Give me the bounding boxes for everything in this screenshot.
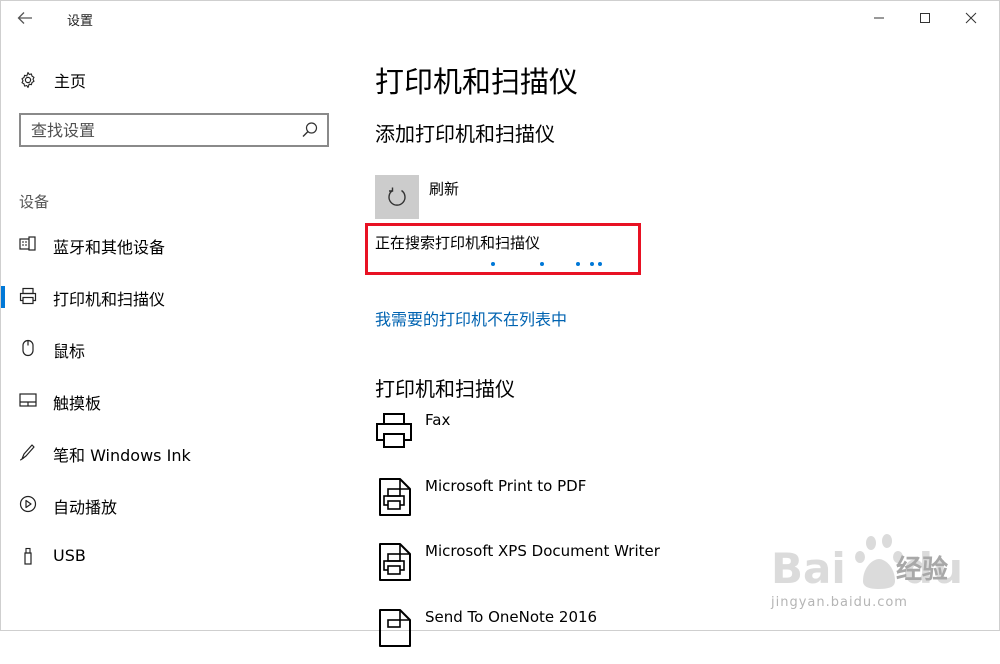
- active-indicator: [1, 286, 5, 308]
- svg-text:Bai: Bai: [771, 544, 846, 593]
- sidebar-item-bluetooth[interactable]: 蓝牙和其他设备: [1, 224, 341, 264]
- minimize-icon: [874, 17, 884, 19]
- page-title: 打印机和扫描仪: [375, 65, 579, 99]
- search-input[interactable]: [31, 120, 291, 140]
- progress-dot: [576, 262, 580, 266]
- search-box[interactable]: [19, 113, 329, 147]
- title-bar: 设置: [1, 1, 1000, 35]
- printer-name: Microsoft Print to PDF: [425, 477, 587, 495]
- pen-icon: [19, 444, 35, 461]
- progress-dot: [491, 262, 495, 266]
- sidebar-item-usb[interactable]: USB: [1, 536, 341, 576]
- sidebar-item-pen[interactable]: 笔和 Windows Ink: [1, 432, 341, 472]
- mouse-icon: [22, 339, 34, 357]
- maximize-icon: [920, 13, 930, 23]
- close-icon: [965, 12, 977, 24]
- sidebar-item-autoplay[interactable]: 自动播放: [1, 484, 341, 524]
- progress-dot: [598, 262, 602, 266]
- printer-item-fax[interactable]: Fax: [375, 411, 795, 467]
- printer-item-onenote[interactable]: Send To OneNote 2016: [375, 608, 795, 664]
- back-button[interactable]: [13, 7, 37, 29]
- settings-window: 设置 主页 设备 蓝牙和其他设备: [0, 0, 1000, 647]
- printer-item-pdf[interactable]: Microsoft Print to PDF: [375, 477, 795, 533]
- progress-dot: [540, 262, 544, 266]
- back-arrow-icon: [17, 12, 32, 24]
- sidebar-item-label: 触摸板: [53, 394, 102, 413]
- sidebar-item-label: USB: [53, 546, 86, 565]
- fax-icon: [376, 413, 412, 448]
- sidebar-item-label: 鼠标: [53, 342, 86, 361]
- sidebar-item-touchpad[interactable]: 触摸板: [1, 380, 341, 420]
- onenote-printer-icon: [379, 609, 411, 647]
- sidebar-item-mouse[interactable]: 鼠标: [1, 328, 341, 368]
- refresh-icon: [388, 187, 406, 206]
- refresh-button[interactable]: [375, 175, 419, 219]
- printer-icon: [19, 287, 37, 305]
- sidebar-section-label: 设备: [19, 193, 50, 211]
- home-label: 主页: [54, 72, 87, 91]
- progress-dot: [590, 262, 594, 266]
- xps-printer-icon: [379, 543, 411, 581]
- watermark-url: jingyan.baidu.com: [771, 595, 908, 610]
- window-title: 设置: [67, 14, 94, 29]
- home-nav-item[interactable]: 主页: [19, 67, 319, 93]
- sidebar-item-label: 打印机和扫描仪: [53, 290, 166, 309]
- searching-status: 正在搜索打印机和扫描仪: [375, 234, 541, 252]
- printer-not-listed-link[interactable]: 我需要的打印机不在列表中: [375, 306, 567, 330]
- autoplay-icon: [19, 495, 37, 513]
- maximize-button[interactable]: [902, 3, 948, 33]
- printer-name: Fax: [425, 411, 451, 429]
- printer-item-xps[interactable]: Microsoft XPS Document Writer: [375, 542, 795, 598]
- search-icon[interactable]: [301, 121, 319, 139]
- printer-name: Microsoft XPS Document Writer: [425, 542, 660, 560]
- close-button[interactable]: [948, 3, 994, 33]
- sidebar-item-label: 自动播放: [53, 498, 118, 517]
- sidebar-item-label: 蓝牙和其他设备: [53, 238, 166, 257]
- usb-icon: [24, 547, 32, 565]
- bluetooth-device-icon: [19, 236, 36, 251]
- watermark-brand: 经验: [896, 555, 949, 585]
- add-section-heading: 添加打印机和扫描仪: [375, 122, 555, 146]
- pdf-printer-icon: [379, 478, 411, 516]
- sidebar-item-printers[interactable]: 打印机和扫描仪: [1, 276, 341, 316]
- printers-section-heading: 打印机和扫描仪: [375, 377, 515, 401]
- minimize-button[interactable]: [856, 3, 902, 33]
- gear-icon: [21, 71, 35, 89]
- refresh-label[interactable]: 刷新: [429, 178, 459, 199]
- printer-name: Send To OneNote 2016: [425, 608, 598, 626]
- touchpad-icon: [19, 393, 37, 407]
- sidebar-item-label: 笔和 Windows Ink: [53, 446, 191, 465]
